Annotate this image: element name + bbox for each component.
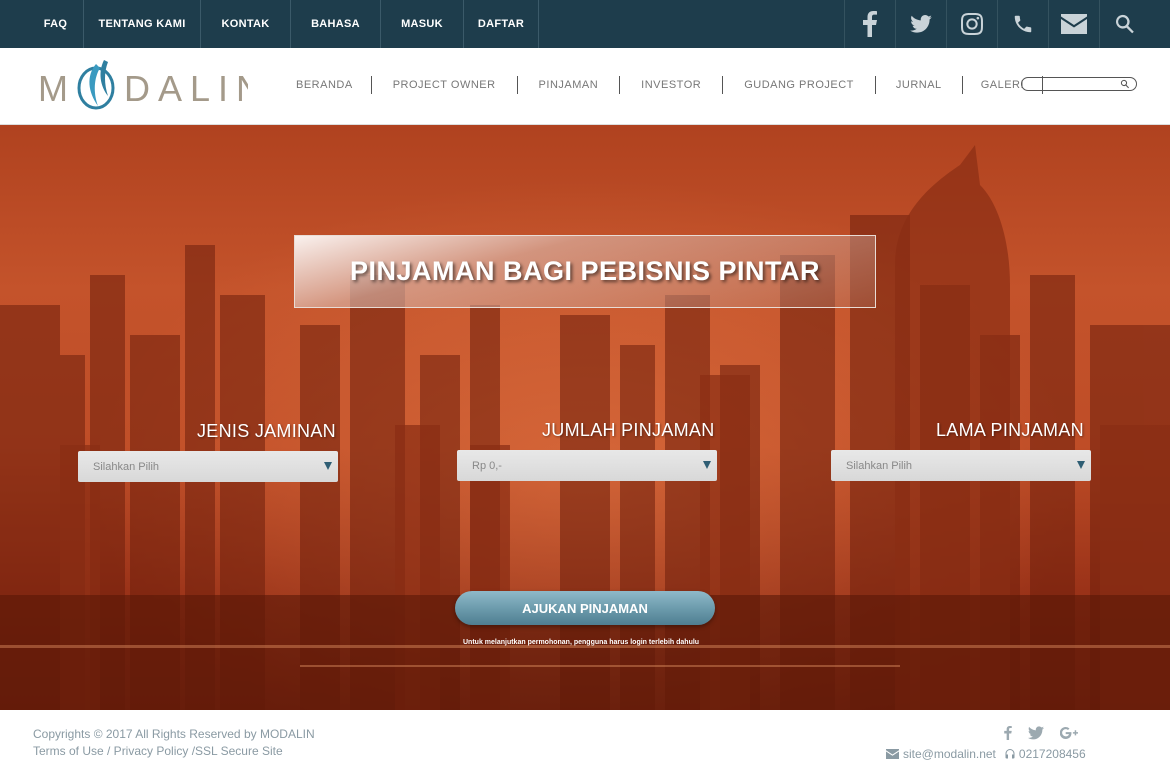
headset-icon [1005, 748, 1015, 758]
instagram-icon[interactable] [946, 0, 997, 48]
hero-banner-title: PINJAMAN BAGI PEBISNIS PINTAR [349, 256, 821, 286]
label-jenis-jaminan: JENIS JAMINAN [197, 421, 336, 441]
copyright-text: Copyrights © 2017 All Rights Reserved by… [33, 727, 315, 741]
nav-gudang-project[interactable]: GUDANG PROJECT [723, 76, 876, 94]
mail-icon[interactable] [1048, 0, 1099, 48]
select-lama-pinjaman-value: Silahkan Pilih [846, 459, 913, 472]
hero-banner: PINJAMAN BAGI PEBISNIS PINTAR [294, 235, 876, 308]
chevron-down-icon [703, 461, 711, 469]
header-search-input[interactable] [1021, 77, 1137, 91]
top-social-icons [844, 0, 1150, 48]
modalin-logo[interactable]: M DALIN [38, 56, 248, 116]
phone-icon[interactable] [997, 0, 1048, 48]
select-lama-pinjaman[interactable]: Silahkan Pilih [831, 450, 1091, 481]
nav-project-owner[interactable]: PROJECT OWNER [372, 76, 518, 94]
label-lama-pinjaman: LAMA PINJAMAN [936, 420, 1084, 440]
footer: Copyrights © 2017 All Rights Reserved by… [0, 710, 1170, 780]
hero-section: PINJAMAN BAGI PEBISNIS PINTAR JENIS JAMI… [0, 125, 1170, 710]
footer-contact: site@modalin.net 0217208456 [886, 747, 1086, 761]
search-icon[interactable] [1099, 0, 1150, 48]
footer-links[interactable]: Terms of Use / Privacy Policy /SSL Secur… [33, 744, 283, 758]
main-header: M DALIN BERANDA PROJECT OWNER PINJAMAN I… [0, 48, 1170, 125]
top-nav-faq[interactable]: FAQ [28, 0, 84, 48]
select-jumlah-pinjaman-value: Rp 0,- [472, 459, 502, 472]
top-nav-masuk[interactable]: MASUK [381, 0, 464, 48]
footer-email[interactable]: site@modalin.net [903, 747, 996, 761]
facebook-icon[interactable] [1004, 726, 1012, 740]
facebook-icon[interactable] [844, 0, 895, 48]
nav-jurnal[interactable]: JURNAL [876, 76, 963, 94]
chevron-down-icon [324, 462, 332, 470]
twitter-icon[interactable] [1028, 726, 1044, 740]
label-jumlah-pinjaman: JUMLAH PINJAMAN [542, 420, 715, 440]
chevron-down-icon [1077, 461, 1085, 469]
select-jumlah-pinjaman[interactable]: Rp 0,- [457, 450, 717, 481]
nav-beranda[interactable]: BERANDA [278, 76, 372, 94]
login-required-note: Untuk melanjutkan permohonan, pengguna h… [463, 639, 700, 646]
select-jenis-jaminan[interactable]: Silahkan Pilih [78, 451, 338, 482]
twitter-icon[interactable] [895, 0, 946, 48]
svg-text:DALIN: DALIN [124, 68, 248, 109]
footer-social-icons [1004, 726, 1078, 740]
mail-icon [886, 749, 899, 759]
top-bar: FAQ TENTANG KAMI KONTAK BAHASA MASUK DAF… [0, 0, 1170, 48]
google-plus-icon[interactable] [1060, 726, 1078, 740]
svg-text:M: M [38, 68, 70, 109]
nav-pinjaman[interactable]: PINJAMAN [518, 76, 621, 94]
main-nav: BERANDA PROJECT OWNER PINJAMAN INVESTOR … [278, 76, 1044, 94]
footer-phone[interactable]: 0217208456 [1019, 747, 1086, 761]
top-nav-bahasa[interactable]: BAHASA [291, 0, 381, 48]
logo-mark: M DALIN [38, 60, 248, 110]
search-icon [1120, 79, 1129, 89]
top-nav-tentang-kami[interactable]: TENTANG KAMI [84, 0, 201, 48]
select-jenis-jaminan-value: Silahkan Pilih [93, 460, 160, 473]
top-nav-kontak[interactable]: KONTAK [201, 0, 291, 48]
ajukan-pinjaman-button[interactable]: AJUKAN PINJAMAN [455, 591, 715, 625]
top-nav-daftar[interactable]: DAFTAR [464, 0, 539, 48]
top-nav: FAQ TENTANG KAMI KONTAK BAHASA MASUK DAF… [28, 0, 539, 48]
nav-investor[interactable]: INVESTOR [620, 76, 724, 94]
